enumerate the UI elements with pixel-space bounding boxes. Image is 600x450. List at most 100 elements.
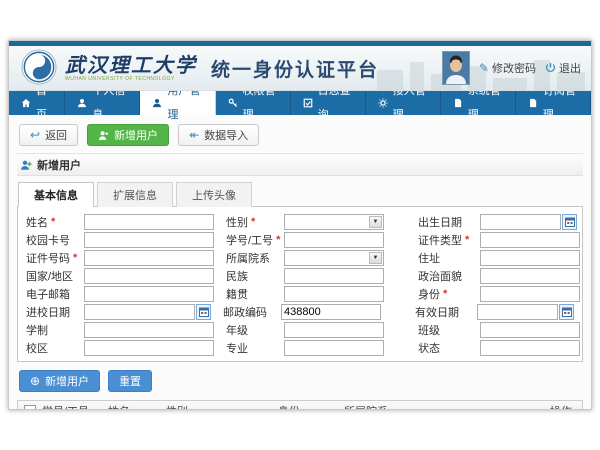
nav-item-home[interactable]: 首页 <box>9 91 65 115</box>
name-field[interactable] <box>84 214 214 230</box>
nav-item-log-query[interactable]: 日志查询 <box>291 91 366 115</box>
header-user-area: ✎ 修改密码 退出 <box>442 46 581 90</box>
calendar-icon[interactable] <box>562 214 577 230</box>
birth-date-label: 出生日期 <box>418 214 480 230</box>
col-student-id: 学号/工号 <box>40 403 106 410</box>
form-actions: ⊕ 新增用户 重置 <box>19 370 581 392</box>
user-icon <box>152 98 162 108</box>
back-label: 返回 <box>45 127 67 143</box>
logout-link[interactable]: 退出 <box>545 60 581 76</box>
native-place-label: 籍贯 <box>226 286 284 302</box>
department-select[interactable]: ▼ <box>284 250 384 266</box>
ethnicity-label: 民族 <box>226 268 284 284</box>
tab-upload-avatar[interactable]: 上传头像 <box>176 182 252 207</box>
grade-field[interactable] <box>284 322 384 338</box>
nav-item-subscription-management[interactable]: 订阅管理 <box>516 91 591 115</box>
plus-circle-icon: ⊕ <box>30 375 40 387</box>
tab-basic-info[interactable]: 基本信息 <box>18 182 94 207</box>
nav-item-access-management[interactable]: 接入管理 <box>366 91 441 115</box>
address-field[interactable] <box>480 250 580 266</box>
nav-item-user-management[interactable]: 用户管理 <box>140 91 215 115</box>
university-name-cn: 武汉理工大学 <box>65 55 197 75</box>
back-button[interactable]: ↩ 返回 <box>19 124 78 146</box>
class-field[interactable] <box>480 322 580 338</box>
campus-field[interactable] <box>84 340 214 356</box>
required-marker: * <box>465 234 469 246</box>
required-marker: * <box>276 234 280 246</box>
add-user-icon <box>98 130 109 141</box>
back-arrow-icon: ↩ <box>30 129 40 141</box>
required-marker: * <box>443 288 447 300</box>
form-row: 国家/地区 民族 政治面貌 <box>26 267 574 284</box>
university-logo <box>21 49 57 88</box>
ethnicity-field[interactable] <box>284 268 384 284</box>
section-title: 新增用户 <box>37 157 81 173</box>
key-icon <box>228 98 238 108</box>
doc-icon <box>453 98 463 108</box>
enroll-date-field[interactable] <box>84 304 195 320</box>
form-row: 学制 年级 班级 <box>26 321 574 338</box>
home-icon <box>21 98 31 108</box>
section-header: 新增用户 <box>17 155 583 176</box>
email-field[interactable] <box>84 286 214 302</box>
form-row: 校区 专业 状态 <box>26 339 574 356</box>
add-user-toolbar-button[interactable]: 新增用户 <box>87 124 169 146</box>
political-status-label: 政治面貌 <box>418 268 480 284</box>
identity-field[interactable] <box>480 286 580 302</box>
major-field[interactable] <box>284 340 384 356</box>
submit-add-user-button[interactable]: ⊕ 新增用户 <box>19 370 100 392</box>
address-label: 住址 <box>418 250 480 266</box>
nav-item-system-management[interactable]: 系统管理 <box>441 91 516 115</box>
form-row: 进校日期 邮政编码 有效日期 <box>26 303 574 320</box>
change-password-link[interactable]: ✎ 修改密码 <box>479 60 536 76</box>
grade-label: 年级 <box>226 322 284 338</box>
submit-add-user-label: 新增用户 <box>45 373 89 389</box>
country-field[interactable] <box>84 268 214 284</box>
country-label: 国家/地区 <box>26 268 84 284</box>
identity-label: 身份* <box>418 286 480 302</box>
col-name: 姓名 <box>106 403 164 410</box>
data-import-button[interactable]: ↞ 数据导入 <box>178 124 259 146</box>
form-row: 校园卡号 学号/工号* 证件类型* <box>26 231 574 248</box>
status-label: 状态 <box>418 340 480 356</box>
dropdown-arrow-icon: ▼ <box>369 216 382 228</box>
study-length-field[interactable] <box>84 322 214 338</box>
pencil-icon: ✎ <box>479 62 489 74</box>
student-id-field[interactable] <box>284 232 384 248</box>
change-password-label: 修改密码 <box>492 60 536 76</box>
valid-date-field[interactable] <box>477 304 558 320</box>
status-field[interactable] <box>480 340 580 356</box>
major-label: 专业 <box>226 340 284 356</box>
campus-card-label: 校园卡号 <box>26 232 84 248</box>
banner: 武汉理工大学 WUHAN UNIVERSITY OF TECHNOLOGY 统一… <box>9 46 591 91</box>
study-length-label: 学制 <box>26 322 84 338</box>
birth-date-field[interactable] <box>480 214 561 230</box>
university-name: 武汉理工大学 WUHAN UNIVERSITY OF TECHNOLOGY <box>65 55 197 82</box>
class-label: 班级 <box>418 322 480 338</box>
table-header: 学号/工号 姓名 性别 身份 所属院系 操作 <box>18 401 582 410</box>
id-number-field[interactable] <box>84 250 214 266</box>
basic-info-form: 姓名* 性别* ▼ 出生日期 校园卡号 学号/工号* <box>17 206 583 362</box>
nav-item-permission-management[interactable]: 权限管理 <box>216 91 291 115</box>
select-all-checkbox[interactable] <box>24 405 36 410</box>
calendar-icon[interactable] <box>196 304 211 320</box>
postal-code-label: 邮政编码 <box>223 304 281 320</box>
calendar-icon[interactable] <box>559 304 574 320</box>
col-identity: 身份 <box>276 403 342 410</box>
id-type-label: 证件类型* <box>418 232 480 248</box>
main-nav: 首页 个人信息 用户管理 权限管理 日志查询 接入管理 系统管理 订阅管理 <box>9 91 591 115</box>
tab-bar: 基本信息 扩展信息 上传头像 <box>17 182 583 207</box>
avatar <box>442 51 470 85</box>
id-type-field[interactable] <box>480 232 580 248</box>
content-area: ↩ 返回 新增用户 ↞ 数据导入 新增用户 基本信息 扩展信息 上传头像 <box>9 115 591 410</box>
gender-select[interactable]: ▼ <box>284 214 384 230</box>
political-status-field[interactable] <box>480 268 580 284</box>
native-place-field[interactable] <box>284 286 384 302</box>
tab-extended-info[interactable]: 扩展信息 <box>97 182 173 207</box>
power-icon <box>545 62 556 75</box>
form-row: 证件号码* 所属院系 ▼ 住址 <box>26 249 574 266</box>
campus-card-field[interactable] <box>84 232 214 248</box>
postal-code-field[interactable] <box>281 304 381 320</box>
nav-item-personal-info[interactable]: 个人信息 <box>65 91 140 115</box>
reset-button[interactable]: 重置 <box>108 370 152 392</box>
